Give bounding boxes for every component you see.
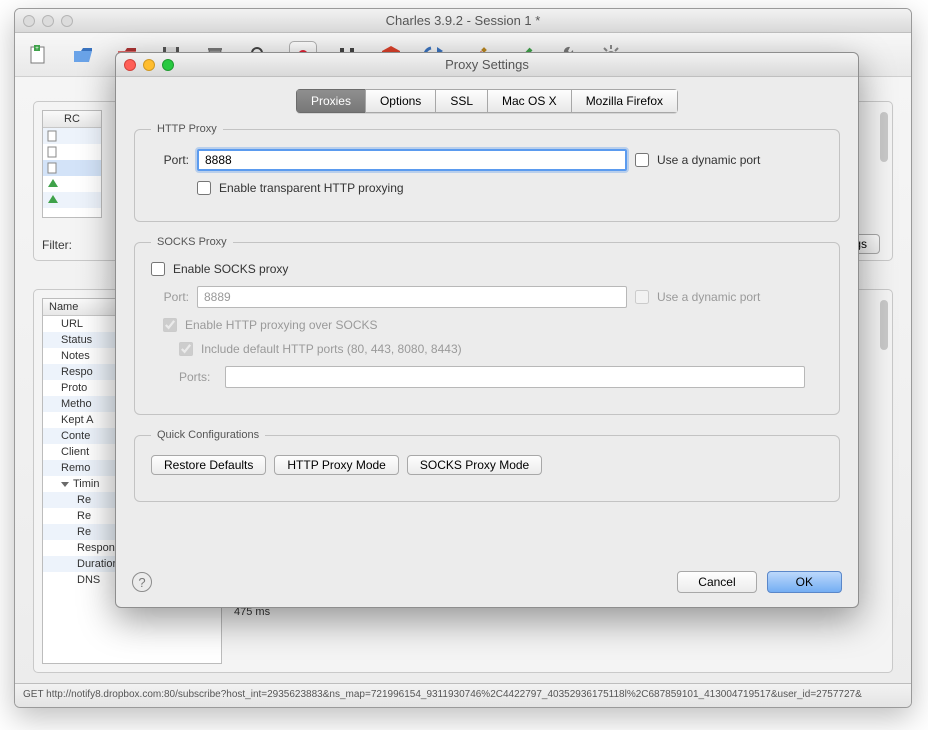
- socks-dynamic-label: Use a dynamic port: [657, 290, 760, 304]
- tab-options[interactable]: Options: [365, 89, 435, 113]
- socks-proxy-legend: SOCKS Proxy: [151, 236, 233, 248]
- main-titlebar: Charles 3.9.2 - Session 1 *: [15, 9, 911, 33]
- socks-enable-checkbox[interactable]: [151, 262, 165, 276]
- dialog-content: HTTP Proxy Port: Use a dynamic port Enab…: [134, 123, 840, 551]
- socks-dynamic-checkbox: [635, 290, 649, 304]
- socks-include-label: Include default HTTP ports (80, 443, 808…: [201, 342, 462, 356]
- http-port-input[interactable]: [197, 149, 627, 171]
- socks-httpover-label: Enable HTTP proxying over SOCKS: [185, 318, 378, 332]
- http-transparent-label: Enable transparent HTTP proxying: [219, 181, 404, 195]
- tab-mozilla[interactable]: Mozilla Firefox: [571, 89, 678, 113]
- socks-port-input: [197, 286, 627, 308]
- http-proxy-mode-button[interactable]: HTTP Proxy Mode: [274, 455, 398, 475]
- scrollbar[interactable]: [880, 112, 888, 162]
- http-proxy-group: HTTP Proxy Port: Use a dynamic port Enab…: [134, 123, 840, 222]
- socks-enable-label: Enable SOCKS proxy: [173, 262, 288, 276]
- socks-httpover-checkbox: [163, 318, 177, 332]
- http-proxy-legend: HTTP Proxy: [151, 123, 223, 135]
- main-window-title: Charles 3.9.2 - Session 1 *: [15, 13, 911, 28]
- socks-include-checkbox: [179, 342, 193, 356]
- tab-bar: Proxies Options SSL Mac OS X Mozilla Fir…: [116, 77, 858, 119]
- rc-header: RC: [43, 111, 101, 128]
- cancel-button[interactable]: Cancel: [677, 571, 756, 593]
- rc-listbox[interactable]: RC: [42, 110, 102, 218]
- socks-port-label: Port:: [151, 290, 189, 304]
- help-button[interactable]: ?: [132, 572, 152, 592]
- quick-config-group: Quick Configurations Restore Defaults HT…: [134, 429, 840, 502]
- scrollbar[interactable]: [880, 300, 888, 350]
- filter-label: Filter:: [42, 238, 72, 252]
- status-bar: GET http://notify8.dropbox.com:80/subscr…: [15, 683, 911, 707]
- new-session-icon[interactable]: +: [25, 41, 53, 69]
- http-port-label: Port:: [151, 153, 189, 167]
- quick-config-legend: Quick Configurations: [151, 429, 265, 441]
- socks-proxy-group: SOCKS Proxy Enable SOCKS proxy Port: Use…: [134, 236, 840, 415]
- tab-macosx[interactable]: Mac OS X: [487, 89, 571, 113]
- ok-button[interactable]: OK: [767, 571, 842, 593]
- proxy-settings-dialog: Proxy Settings Proxies Options SSL Mac O…: [115, 52, 859, 608]
- dialog-title: Proxy Settings: [116, 57, 858, 72]
- restore-defaults-button[interactable]: Restore Defaults: [151, 455, 266, 475]
- socks-proxy-mode-button[interactable]: SOCKS Proxy Mode: [407, 455, 542, 475]
- socks-ports-label: Ports:: [179, 370, 217, 384]
- dialog-footer: ? Cancel OK: [132, 571, 842, 593]
- tab-proxies[interactable]: Proxies: [296, 89, 365, 113]
- http-dynamic-checkbox[interactable]: [635, 153, 649, 167]
- open-icon[interactable]: [69, 41, 97, 69]
- http-dynamic-label: Use a dynamic port: [657, 153, 760, 167]
- tab-ssl[interactable]: SSL: [435, 89, 487, 113]
- socks-ports-input: [225, 366, 805, 388]
- http-transparent-checkbox[interactable]: [197, 181, 211, 195]
- svg-text:+: +: [35, 46, 39, 52]
- dialog-titlebar: Proxy Settings: [116, 53, 858, 77]
